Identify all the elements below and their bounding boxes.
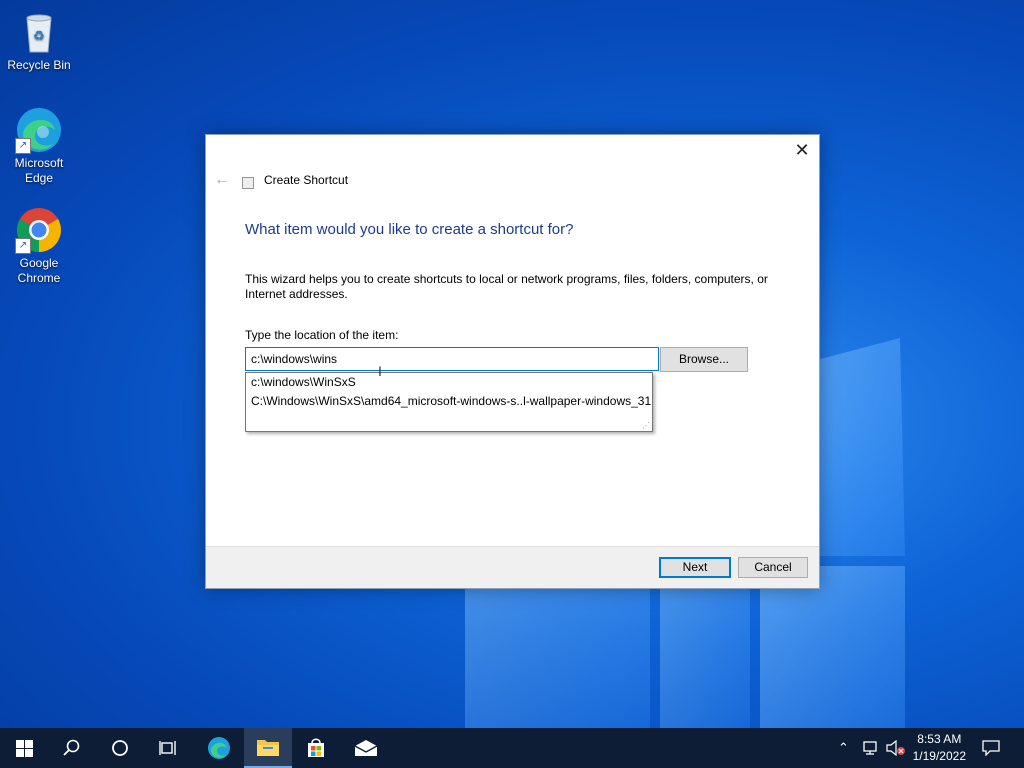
volume-tray-button[interactable]: [886, 728, 906, 768]
task-view-button[interactable]: [144, 728, 192, 768]
desktop-icon-label: Recycle Bin: [7, 58, 71, 72]
edge-icon: ↗: [15, 106, 63, 154]
next-button[interactable]: Next: [659, 557, 731, 578]
desktop-icon-label: Microsoft Edge: [14, 156, 64, 185]
desktop-icon-microsoft-edge[interactable]: ↗ Microsoft Edge: [1, 106, 77, 186]
shortcut-arrow-icon: ↗: [15, 138, 31, 154]
cortana-button[interactable]: [96, 728, 144, 768]
resize-grip-icon[interactable]: ⋰: [642, 421, 650, 430]
task-view-icon: [159, 741, 176, 755]
svg-text:♻: ♻: [33, 28, 45, 43]
wizard-heading: What item would you like to create a sho…: [245, 221, 574, 238]
start-button[interactable]: [0, 728, 48, 768]
clock-time: 8:53 AM: [917, 732, 962, 746]
edge-icon: [208, 737, 230, 759]
taskbar: ⌃ 8:53 AM 1/19/2022: [0, 728, 1024, 768]
location-input[interactable]: [245, 347, 659, 371]
text-cursor-icon: I: [378, 363, 382, 379]
close-button[interactable]: ✕: [793, 141, 811, 159]
cortana-icon: [112, 740, 128, 756]
cancel-button[interactable]: Cancel: [738, 557, 808, 578]
location-label: Type the location of the item:: [245, 328, 399, 342]
desktop-icon-recycle-bin[interactable]: ♻ Recycle Bin: [1, 8, 77, 73]
taskbar-store[interactable]: [292, 728, 340, 768]
desktop-icon-google-chrome[interactable]: ↗ Google Chrome: [1, 206, 77, 286]
recycle-bin-icon: ♻: [15, 8, 63, 56]
taskbar-clock[interactable]: 8:53 AM 1/19/2022: [913, 731, 966, 765]
notification-icon: [982, 740, 1000, 756]
file-explorer-icon: [257, 740, 279, 756]
search-icon: [63, 739, 80, 756]
desktop-icon-label: Google Chrome: [17, 256, 61, 285]
browse-button[interactable]: Browse...: [660, 347, 748, 372]
chrome-icon: ↗: [15, 206, 63, 254]
network-tray-button[interactable]: [862, 728, 880, 768]
show-hidden-icons-button[interactable]: ⌃: [838, 728, 849, 768]
taskbar-mail[interactable]: [342, 728, 390, 768]
autocomplete-item[interactable]: C:\Windows\WinSxS\amd64_microsoft-window…: [246, 392, 652, 411]
volume-muted-icon: [886, 740, 905, 756]
back-arrow-icon[interactable]: ←: [214, 171, 234, 189]
taskbar-file-explorer[interactable]: [244, 728, 292, 768]
dialog-footer: Next Cancel: [206, 546, 819, 588]
wizard-description: This wizard helps you to create shortcut…: [245, 272, 768, 301]
mail-icon: [354, 740, 378, 756]
shortcut-wizard-icon: [242, 177, 254, 189]
network-icon: [863, 741, 877, 755]
search-button[interactable]: [48, 728, 96, 768]
taskbar-edge[interactable]: [195, 728, 243, 768]
chevron-up-icon: ⌃: [838, 740, 849, 755]
autocomplete-item[interactable]: c:\windows\WinSxS: [246, 373, 652, 392]
create-shortcut-dialog: ✕ ← Create Shortcut What item would you …: [205, 134, 820, 589]
store-icon: [308, 738, 324, 757]
windows-start-icon: [15, 739, 33, 757]
clock-date: 1/19/2022: [912, 749, 966, 763]
shortcut-arrow-icon: ↗: [15, 238, 31, 254]
autocomplete-dropdown: c:\windows\WinSxS C:\Windows\WinSxS\amd6…: [245, 372, 653, 432]
action-center-button[interactable]: [982, 728, 1000, 768]
dialog-title: Create Shortcut: [264, 173, 349, 187]
